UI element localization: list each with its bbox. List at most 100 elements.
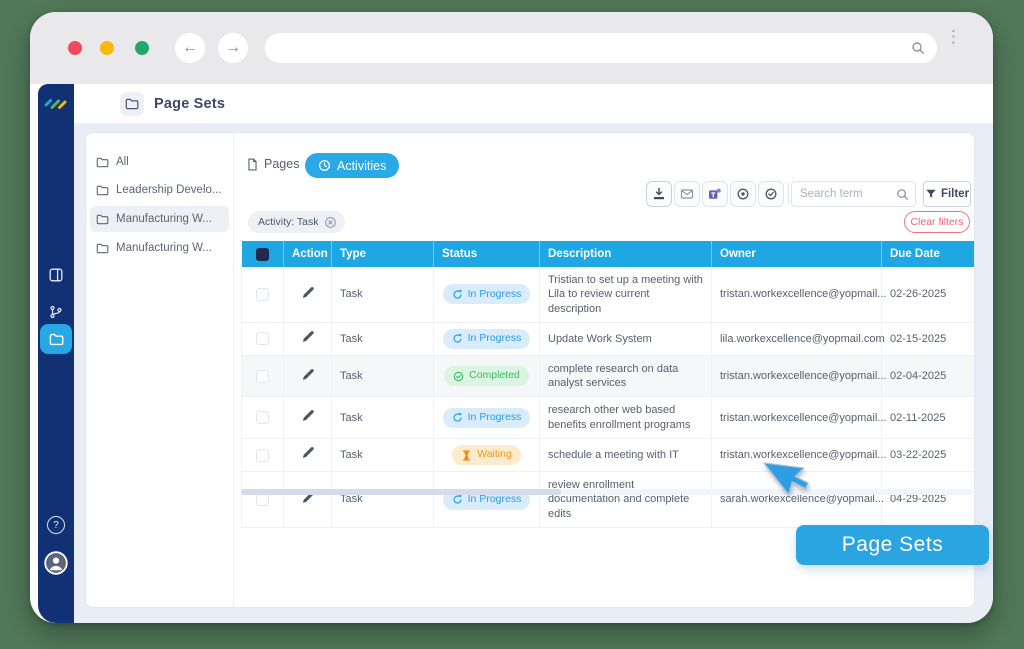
browser-chrome: ← → ⋮ — [30, 12, 993, 84]
edit-pencil-icon[interactable] — [301, 286, 314, 299]
tab-activities-label: Activities — [337, 159, 386, 173]
horizontal-scrollbar[interactable] — [241, 489, 973, 495]
due-date-cell: 04-29-2025 — [882, 472, 974, 528]
owner-cell: tristan.workexcellence@yopmail... — [712, 397, 882, 439]
page-folder-icon — [120, 92, 144, 116]
owner-cell: tristan.workexcellence@yopmail... — [712, 439, 882, 472]
app-sidebar: ? — [38, 84, 74, 623]
owner-cell: sarah.workexcellence@yopmail... — [712, 472, 882, 528]
download-button[interactable] — [646, 181, 672, 207]
tab-activities[interactable]: Activities — [305, 153, 399, 178]
folder-icon — [96, 157, 109, 168]
table-row: Task In Progress Tristian to set up a me… — [242, 267, 974, 322]
edit-pencil-icon[interactable] — [301, 446, 314, 459]
help-icon[interactable]: ? — [47, 516, 65, 534]
status-label: Waiting — [477, 448, 512, 462]
owner-cell: tristan.workexcellence@yopmail... — [712, 355, 882, 397]
scrollbar-thumb[interactable] — [241, 489, 561, 495]
folder-list-item-leadership[interactable]: Leadership Develo... — [90, 177, 229, 203]
teams-button[interactable] — [702, 181, 728, 207]
back-arrow-icon: ← — [182, 39, 198, 57]
teams-icon — [708, 187, 722, 201]
due-date-cell: 03-22-2025 — [882, 439, 974, 472]
folder-list-label: Manufacturing W... — [116, 213, 212, 225]
branch-icon[interactable] — [49, 305, 63, 319]
status-label: In Progress — [468, 288, 522, 302]
status-badge: Waiting — [452, 445, 521, 465]
edit-pencil-icon[interactable] — [301, 330, 314, 343]
row-checkbox[interactable] — [256, 370, 269, 383]
row-checkbox[interactable] — [256, 449, 269, 462]
folder-icon — [96, 214, 109, 225]
filter-label: Filter — [941, 188, 969, 200]
avatar[interactable] — [44, 551, 68, 575]
clear-filters-button[interactable]: Clear filters — [904, 211, 970, 233]
sidebar-item-page-sets[interactable] — [40, 324, 72, 354]
browser-menu-button[interactable]: ⋮ — [945, 28, 961, 48]
record-button[interactable] — [730, 181, 756, 207]
maximize-window-button[interactable] — [135, 41, 149, 55]
filter-button[interactable]: Filter — [923, 181, 971, 207]
search-field[interactable] — [791, 181, 916, 207]
owner-cell: tristan.workexcellence@yopmail... — [712, 267, 882, 322]
tab-pages-label: Pages — [264, 157, 299, 171]
folder-list-item-all[interactable]: All — [90, 149, 229, 175]
back-button[interactable]: ← — [175, 33, 205, 63]
edit-pencil-icon[interactable] — [301, 409, 314, 422]
due-date-cell: 02-04-2025 — [882, 355, 974, 397]
description-cell: complete research on data analyst servic… — [540, 355, 712, 397]
check-circle-icon — [453, 371, 464, 382]
status-badge: Completed — [444, 366, 529, 386]
row-checkbox[interactable] — [256, 288, 269, 301]
status-label: In Progress — [468, 411, 522, 425]
mail-button[interactable] — [674, 181, 700, 207]
type-cell: Task — [332, 472, 434, 528]
description-cell: Tristian to set up a meeting with Lila t… — [540, 267, 712, 322]
folder-list-item-manufacturing-2[interactable]: Manufacturing W... — [90, 235, 229, 261]
content-card: All Leadership Develo... Manufacturing W… — [85, 132, 975, 608]
status-badge: In Progress — [443, 329, 531, 349]
address-bar[interactable] — [265, 33, 937, 63]
minimize-window-button[interactable] — [100, 41, 114, 55]
folder-list-label: Leadership Develo... — [116, 184, 221, 196]
type-cell: Task — [332, 439, 434, 472]
check-circle-icon — [764, 187, 778, 201]
folder-icon — [49, 333, 64, 346]
row-checkbox[interactable] — [256, 411, 269, 424]
select-all-checkbox[interactable] — [256, 248, 269, 261]
folder-list-label: All — [116, 156, 129, 168]
column-header-owner: Owner — [712, 241, 882, 267]
table-row: Task Completed complete research on data… — [242, 355, 974, 397]
clear-filters-label: Clear filters — [910, 216, 963, 228]
refresh-icon — [452, 412, 463, 423]
row-checkbox[interactable] — [256, 332, 269, 345]
refresh-icon — [452, 494, 463, 505]
record-icon — [736, 187, 750, 201]
clock-icon — [318, 159, 331, 172]
forward-button[interactable]: → — [218, 33, 248, 63]
forward-arrow-icon: → — [225, 39, 241, 57]
layout-icon[interactable] — [49, 268, 63, 282]
type-cell: Task — [332, 397, 434, 439]
table-header-row: Action Type Status Description Owner Due… — [242, 241, 974, 267]
page-sets-tooltip-button[interactable]: Page Sets — [796, 525, 989, 565]
panel-divider — [233, 133, 234, 607]
approve-button[interactable] — [758, 181, 784, 207]
hourglass-icon — [461, 450, 472, 461]
logo-slashes-icon[interactable] — [43, 92, 69, 116]
folder-list-label: Manufacturing W... — [116, 242, 212, 254]
description-cell: review enrollment documentation and comp… — [540, 472, 712, 528]
tab-pages[interactable]: Pages — [246, 157, 299, 171]
search-input[interactable] — [798, 187, 896, 201]
due-date-cell: 02-11-2025 — [882, 397, 974, 439]
document-icon — [246, 158, 259, 171]
filter-chip-activity-task[interactable]: Activity: Task — [248, 211, 345, 233]
status-badge: In Progress — [443, 284, 531, 304]
status-badge: In Progress — [443, 408, 531, 428]
status-label: Completed — [469, 369, 520, 383]
close-window-button[interactable] — [68, 41, 82, 55]
edit-pencil-icon[interactable] — [301, 368, 314, 381]
due-date-cell: 02-15-2025 — [882, 322, 974, 355]
folder-list-item-manufacturing-1[interactable]: Manufacturing W... — [90, 206, 229, 232]
close-icon[interactable] — [324, 216, 337, 229]
